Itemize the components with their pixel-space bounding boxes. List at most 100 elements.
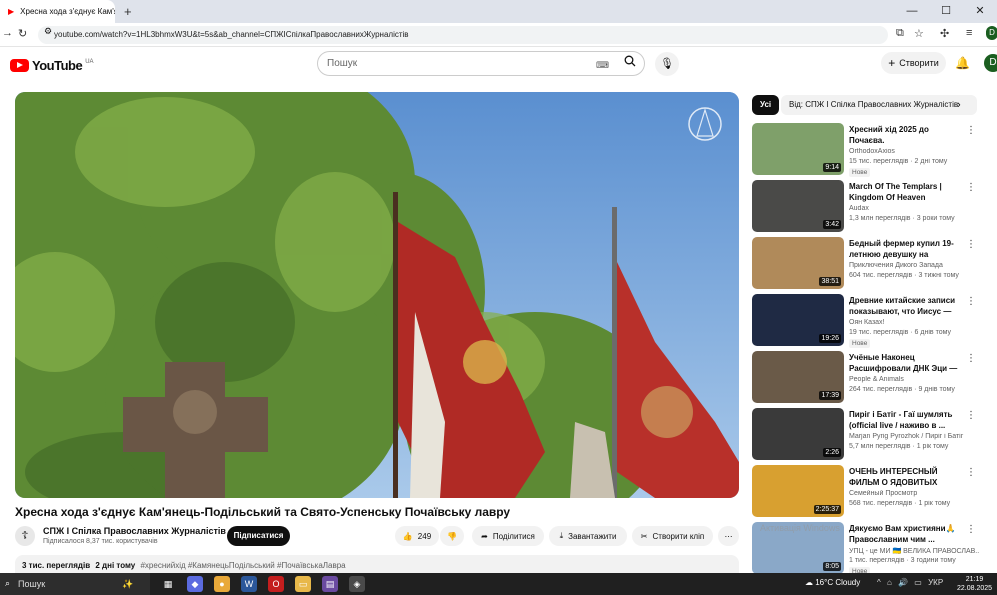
youtube-logo[interactable]: YouTube UA — [10, 58, 94, 73]
recommendation-item[interactable]: 38:51 Бедный фермер купил 19-летнюю девуш… — [752, 237, 997, 289]
recommendation-title[interactable]: Учёные Наконец Расшифровали ДНК Эци — ..… — [849, 352, 964, 375]
notifications-bell-icon[interactable]: 🔔 — [955, 56, 970, 70]
hashtags[interactable]: #хреснийхід #КамянецьПодільський #Почаїв… — [140, 561, 345, 570]
create-button[interactable]: + Створити — [881, 52, 946, 74]
share-arrow-icon: ➦ — [481, 531, 488, 541]
microphone-icon: 🎙 — [660, 58, 674, 70]
recommendation-thumbnail[interactable]: 2:26 — [752, 408, 844, 460]
recommendation-meta: 5,7 млн переглядів · 1 рік тому — [849, 443, 949, 450]
network-icon[interactable]: ⌂ — [887, 578, 892, 587]
recommendation-thumbnail[interactable]: 2:25:37 — [752, 465, 844, 517]
recommendation-channel[interactable]: Marjan Pyrig Pyrozhok / Пиріг і Батіг — [849, 433, 979, 440]
url-field[interactable]: youtube.com/watch?v=1HL3bhmxW3U&t=5s&ab_… — [38, 26, 888, 44]
recommendation-channel[interactable]: Audax — [849, 205, 979, 212]
tab-title: Хресна хода з'єднує Кам'янець — [20, 7, 115, 16]
recommendation-item[interactable]: 17:39 Учёные Наконец Расшифровали ДНК Эци… — [752, 351, 997, 403]
recommendation-title[interactable]: Дякуємо Вам християни🙏 Православним чим … — [849, 523, 964, 545]
recommendation-title[interactable]: Древние китайские записи показывают, что… — [849, 295, 964, 318]
more-vertical-icon[interactable]: ⋮ — [966, 410, 976, 421]
volume-icon[interactable]: 🔊 — [898, 578, 908, 587]
video-player[interactable] — [15, 92, 739, 498]
minimize-icon[interactable]: — — [895, 0, 929, 23]
copilot-app-icon[interactable]: ◆ — [187, 576, 203, 592]
recommendation-channel[interactable]: Оян Казах! — [849, 319, 979, 326]
recommendation-item[interactable]: 2:25:37 ОЧЕНЬ ИНТЕРЕСНЫЙ ФИЛЬМ О ЯДОВИТЫХ… — [752, 465, 997, 517]
recommendation-title[interactable]: ОЧЕНЬ ИНТЕРЕСНЫЙ ФИЛЬМ О ЯДОВИТЫХ ЖИВОТН… — [849, 466, 964, 489]
opera-icon[interactable]: O — [268, 576, 284, 592]
chrome-icon[interactable]: ● — [214, 576, 230, 592]
maximize-icon[interactable]: ☐ — [929, 0, 963, 23]
channel-avatar[interactable]: ☦ — [15, 526, 35, 546]
cast-icon[interactable]: ⧉ — [896, 27, 904, 40]
recommendation-thumbnail[interactable]: 9:14 — [752, 123, 844, 175]
more-vertical-icon[interactable]: ⋮ — [966, 182, 976, 193]
new-tab-icon[interactable]: + — [124, 4, 132, 19]
recommendation-thumbnail[interactable]: 19:26 — [752, 294, 844, 346]
weather-widget[interactable]: ☁ 16°C Cloudy — [805, 578, 860, 587]
window-controls: — ☐ ✕ — [895, 0, 997, 23]
file-explorer-icon[interactable]: ▭ — [295, 576, 311, 592]
browser-tab[interactable]: ▶ Хресна хода з'єднує Кам'янець ✕ — [0, 0, 115, 23]
voice-search-button[interactable]: 🎙 — [655, 52, 679, 76]
recommendation-title[interactable]: Пиріг і Батіг - Гаї шумлять (official li… — [849, 409, 964, 431]
youtube-favicon-icon: ▶ — [8, 7, 15, 16]
download-button[interactable]: ⤓ Завантажити — [549, 526, 627, 546]
recommendation-item[interactable]: 19:26 Древние китайские записи показывают… — [752, 294, 997, 348]
chevron-right-icon[interactable]: › — [957, 99, 961, 111]
keyboard-icon[interactable]: ⌨ — [596, 60, 609, 71]
recommendation-thumbnail[interactable]: 38:51 — [752, 237, 844, 289]
taskbar-clock[interactable]: 21:19 22.08.2025 — [957, 575, 992, 593]
input-language[interactable]: УКР — [928, 578, 943, 587]
video-duration: 2:25:37 — [813, 505, 841, 514]
dislike-button[interactable]: 👎 — [440, 526, 464, 546]
recommendation-item[interactable]: 2:26 Пиріг і Батіг - Гаї шумлять (officia… — [752, 408, 997, 460]
description-box[interactable]: 3 тис. переглядів 2 дні тому #хреснийхід… — [15, 555, 739, 575]
recommendation-item[interactable]: 3:42 March Of The Templars | Kingdom Of H… — [752, 180, 997, 232]
recommendation-channel[interactable]: УПЦ - це МИ 🇺🇦 ВЕЛИКА ПРАВОСЛАВ... — [849, 547, 979, 555]
more-vertical-icon[interactable]: ⋮ — [966, 353, 976, 364]
more-actions-button[interactable]: ⋯ — [718, 526, 739, 546]
copilot-sparkle-icon[interactable]: ✨ — [120, 576, 136, 592]
recommendation-thumbnail[interactable]: 3:42 — [752, 180, 844, 232]
like-button[interactable]: 👍 249 — [395, 526, 439, 546]
recommendation-channel[interactable]: Семейный Просмотр — [849, 490, 979, 497]
bookmark-star-icon[interactable]: ☆ — [914, 27, 924, 40]
channel-name[interactable]: СПЖ І Спілка Православних Журналістів — [43, 526, 226, 536]
more-vertical-icon[interactable]: ⋮ — [966, 467, 976, 478]
app-icon-2[interactable]: ◈ — [349, 576, 365, 592]
chip-from-channel[interactable]: Від: СПЖ І Спілка Православних Журналіст… — [781, 95, 977, 115]
recommendation-channel[interactable]: People & Animals — [849, 376, 979, 383]
recommendation-title[interactable]: Хресний хід 2025 до Почаєва. — [849, 124, 964, 146]
extensions-icon[interactable]: ✣ — [940, 27, 949, 40]
tray-chevron-icon[interactable]: ^ — [877, 578, 881, 587]
more-vertical-icon[interactable]: ⋮ — [966, 125, 976, 136]
recommendation-title[interactable]: March Of The Templars | Kingdom Of Heave… — [849, 181, 964, 203]
profile-icon[interactable]: D — [986, 26, 997, 40]
more-vertical-icon[interactable]: ⋮ — [966, 239, 976, 250]
media-icon[interactable]: ≡ — [966, 27, 972, 39]
search-button[interactable] — [614, 51, 645, 76]
clip-button[interactable]: ✂ Створити кліп — [632, 526, 713, 546]
battery-icon[interactable]: ▭ — [914, 578, 922, 587]
reload-icon[interactable]: ↻ — [18, 27, 27, 40]
thumbs-down-icon: 👎 — [447, 531, 457, 541]
app-icon[interactable]: ▤ — [322, 576, 338, 592]
recommendation-title[interactable]: Бедный фермер купил 19-летнюю девушку на… — [849, 238, 964, 261]
video-title: Хресна хода з'єднує Кам'янець-Подільськи… — [15, 505, 511, 519]
subscribe-button[interactable]: Підписатися — [227, 526, 290, 546]
word-icon[interactable]: W — [241, 576, 257, 592]
recommendation-channel[interactable]: OrthodoxAxios — [849, 148, 979, 155]
more-vertical-icon[interactable]: ⋮ — [966, 296, 976, 307]
chip-all[interactable]: Усі — [752, 95, 780, 115]
site-info-icon[interactable]: ⚙ — [44, 26, 52, 37]
recommendation-thumbnail[interactable]: 17:39 — [752, 351, 844, 403]
task-view-icon[interactable]: ▦ — [160, 576, 176, 592]
recommendation-meta: 568 тис. переглядів · 1 рік тому — [849, 500, 951, 507]
recommendation-channel[interactable]: Приключения Дикого Запада — [849, 262, 979, 269]
close-window-icon[interactable]: ✕ — [963, 0, 997, 23]
back-icon[interactable]: → — [2, 27, 13, 39]
share-button[interactable]: ➦ Поділитися — [472, 526, 544, 546]
more-vertical-icon[interactable]: ⋮ — [966, 524, 976, 535]
account-avatar[interactable]: D — [984, 54, 997, 72]
recommendation-item[interactable]: 9:14 Хресний хід 2025 до Почаєва. Orthodox… — [752, 123, 997, 177]
